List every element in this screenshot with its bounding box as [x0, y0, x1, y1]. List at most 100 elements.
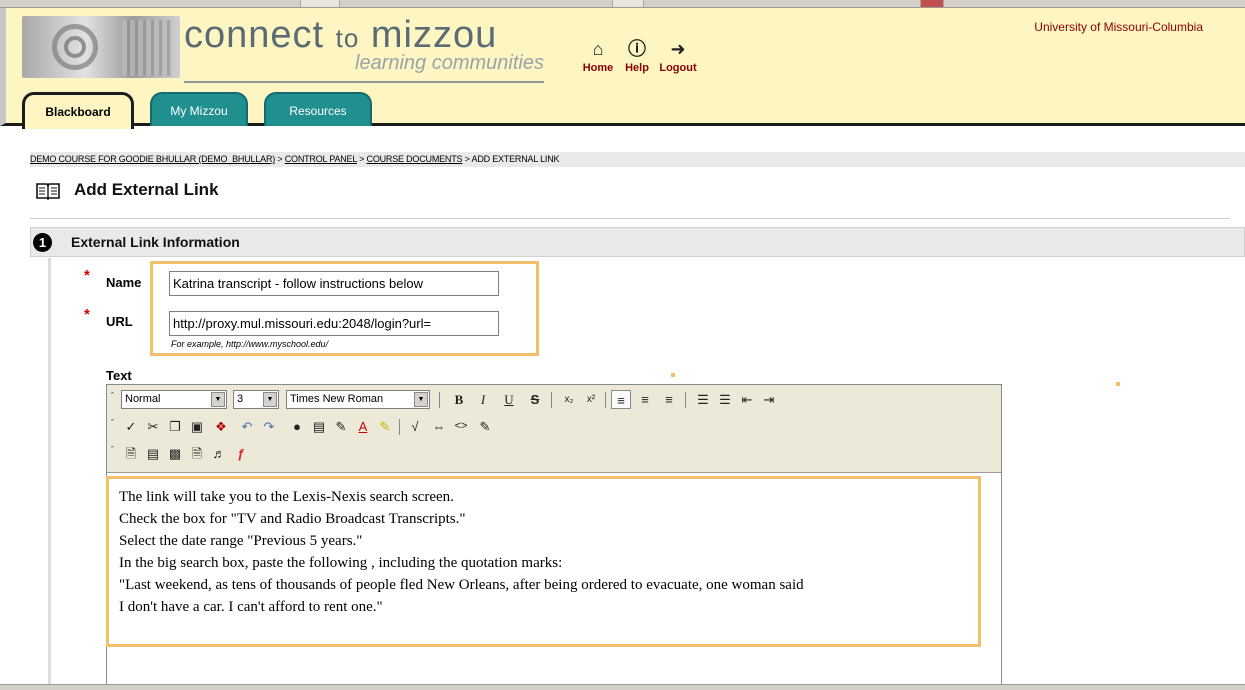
- highlight-dot: [671, 373, 675, 377]
- resize-icon[interactable]: ⇔: [429, 417, 449, 436]
- book-icon: [36, 183, 60, 200]
- breadcrumb-current: ADD EXTERNAL LINK: [471, 154, 560, 164]
- collapse-toggle-icon[interactable]: ˆ: [111, 444, 119, 456]
- insert-document-icon[interactable]: 🗎: [187, 444, 207, 463]
- university-name: University of Missouri-Columbia: [1034, 20, 1203, 34]
- page-title: Add External Link: [74, 180, 219, 199]
- copy-icon[interactable]: ❐: [165, 417, 185, 436]
- insert-image-icon[interactable]: ▤: [143, 444, 163, 463]
- table-icon[interactable]: ▤: [309, 417, 329, 436]
- audio-icon[interactable]: ♬: [209, 444, 229, 463]
- italic-icon[interactable]: I: [473, 390, 493, 409]
- nav-home[interactable]: ⌂ Home: [580, 38, 616, 74]
- format-select[interactable]: Normal ▼: [121, 390, 227, 409]
- emoticon-icon[interactable]: ●: [287, 417, 307, 436]
- toolbar-separator: [551, 392, 552, 408]
- collapse-toggle-icon[interactable]: ˆ: [111, 390, 119, 402]
- align-left-icon[interactable]: ≡: [611, 390, 631, 409]
- html-source-icon[interactable]: <>: [451, 417, 471, 436]
- browser-tab-fragment[interactable]: [612, 0, 644, 7]
- step-number-badge: 1: [33, 233, 52, 252]
- brand-logo[interactable]: connect to mizzou learning communities: [184, 14, 544, 83]
- highlight-box: [106, 476, 981, 647]
- chevron-down-icon: ▼: [263, 392, 277, 407]
- edit-source-icon[interactable]: ✎: [475, 417, 495, 436]
- strikethrough-icon[interactable]: S: [525, 390, 545, 409]
- app-window: connect to mizzou learning communities ⌂…: [0, 0, 1245, 690]
- subscript-icon[interactable]: x₂: [559, 390, 579, 409]
- collapse-toggle-icon[interactable]: ˆ: [111, 417, 119, 429]
- tab-resources[interactable]: Resources: [264, 92, 372, 126]
- highlight-dot: [1116, 382, 1120, 386]
- link-icon[interactable]: ❖: [211, 417, 231, 436]
- flash-icon[interactable]: ƒ: [231, 444, 251, 463]
- bold-icon[interactable]: B: [449, 390, 469, 409]
- cut-icon[interactable]: ✂: [143, 417, 163, 436]
- size-select-value: 3: [237, 393, 244, 405]
- browser-chrome-strip: [0, 0, 1245, 8]
- chevron-down-icon: ▼: [414, 392, 428, 407]
- spellcheck-icon[interactable]: ✓: [121, 417, 141, 436]
- editor-toolbar: ˆ Normal ▼ 3 ▼ Times New Roman ▼ B I U S: [107, 385, 1001, 473]
- tab-blackboard[interactable]: Blackboard: [22, 92, 134, 129]
- breadcrumb-control-panel[interactable]: CONTROL PANEL: [285, 154, 357, 164]
- breadcrumb-separator: >: [277, 154, 283, 164]
- nav-help[interactable]: ⓘ Help: [620, 38, 654, 74]
- site-header: connect to mizzou learning communities ⌂…: [0, 8, 1245, 129]
- browser-tab-fragment[interactable]: [300, 0, 340, 7]
- nav-logout-label: Logout: [659, 62, 697, 74]
- required-marker: *: [84, 267, 90, 284]
- home-icon: ⌂: [592, 39, 604, 59]
- text-label: Text: [106, 368, 132, 383]
- breadcrumb-separator: >: [464, 154, 470, 164]
- browser-status-bar: [0, 684, 1245, 690]
- brand-underline: [184, 81, 544, 83]
- bullet-list-icon[interactable]: ☰: [715, 390, 735, 409]
- chevron-down-icon: ▼: [211, 392, 225, 407]
- breadcrumb: DEMO COURSE FOR GOODIE BHULLAR (DEMO_BHU…: [30, 152, 1245, 167]
- size-select[interactable]: 3 ▼: [233, 390, 279, 409]
- indent-icon[interactable]: ⇥: [759, 390, 779, 409]
- help-icon: ⓘ: [628, 39, 646, 59]
- text-color-icon[interactable]: A: [353, 417, 373, 436]
- name-label: Name: [106, 275, 142, 290]
- underline-icon[interactable]: U: [499, 390, 519, 409]
- align-right-icon[interactable]: ≡: [659, 390, 679, 409]
- breadcrumb-course-documents[interactable]: COURSE DOCUMENTS: [367, 154, 463, 164]
- tab-my-mizzou[interactable]: My Mizzou: [150, 92, 248, 126]
- undo-icon[interactable]: ↶: [237, 417, 257, 436]
- equation-icon[interactable]: √: [405, 417, 425, 436]
- brand-subtitle: learning communities: [355, 52, 544, 74]
- font-select-value: Times New Roman: [290, 393, 384, 405]
- nav-help-label: Help: [625, 62, 649, 74]
- divider: [30, 218, 1230, 219]
- column-logo-image: [22, 16, 180, 78]
- logout-icon: ➜: [670, 39, 686, 59]
- section-rail: [48, 258, 51, 690]
- numbered-list-icon[interactable]: ☰: [693, 390, 713, 409]
- redo-icon[interactable]: ↷: [259, 417, 279, 436]
- highlight-color-icon[interactable]: ✎: [375, 417, 395, 436]
- breadcrumb-course[interactable]: DEMO COURSE FOR GOODIE BHULLAR (DEMO_BHU…: [30, 154, 275, 164]
- section-title: External Link Information: [71, 234, 240, 250]
- browser-close-fragment[interactable]: [920, 0, 944, 7]
- paste-icon[interactable]: ▣: [187, 417, 207, 436]
- url-label: URL: [106, 314, 133, 329]
- toolbar-separator: [399, 419, 400, 435]
- toolbar-separator: [439, 392, 440, 408]
- align-center-icon[interactable]: ≡: [635, 390, 655, 409]
- breadcrumb-separator: >: [359, 154, 365, 164]
- pen-icon[interactable]: ✎: [331, 417, 351, 436]
- nav-home-label: Home: [582, 62, 614, 74]
- font-select[interactable]: Times New Roman ▼: [286, 390, 430, 409]
- attach-file-icon[interactable]: 🗎: [121, 444, 141, 463]
- nav-logout[interactable]: ➜ Logout: [656, 38, 700, 74]
- toolbar-separator: [605, 392, 606, 408]
- outdent-icon[interactable]: ⇤: [737, 390, 757, 409]
- insert-media-icon[interactable]: ▩: [165, 444, 185, 463]
- required-marker: *: [84, 306, 90, 323]
- toolbar-separator: [685, 392, 686, 408]
- superscript-icon[interactable]: x²: [581, 390, 601, 409]
- format-select-value: Normal: [125, 393, 161, 405]
- highlight-box: [150, 261, 539, 356]
